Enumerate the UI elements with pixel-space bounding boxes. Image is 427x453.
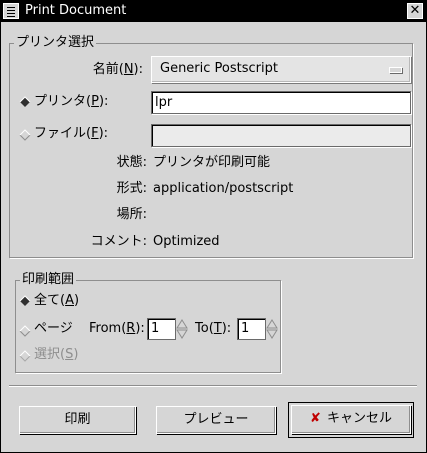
cancel-x-icon: ✘ [310,411,321,426]
comment-value: Optimized [153,234,220,249]
printer-name-dropdown[interactable]: Generic Postscript [151,56,411,83]
window-title: Print Document [25,3,127,18]
file-path-field[interactable] [151,124,411,147]
printer-name-label: 名前(N): [92,62,143,77]
button-separator [9,385,417,387]
cancel-button-label: キャンセル [326,411,392,426]
window-menu-icon[interactable] [3,3,19,19]
range-all-label[interactable]: 全て(A) [34,293,79,309]
spinner-arrows-icon[interactable] [176,318,188,340]
to-page-value: 1 [241,321,250,336]
type-value: application/postscript [153,181,294,196]
radio-disabled-icon [19,350,31,362]
print-dialog-window: Print Document ✕ プリンタ選択 名前(N): Generic P… [0,0,427,453]
dropdown-indicator-icon [389,67,402,73]
range-pages-label[interactable]: ページ [34,321,73,337]
location-label: 場所: [116,207,147,222]
type-label: 形式: [116,181,147,196]
state-label: 状態: [116,155,147,170]
file-radio[interactable] [19,129,31,141]
radio-unselected-icon [19,129,31,141]
print-range-title: 印刷範囲 [20,272,77,288]
title-bar[interactable]: Print Document ✕ [1,1,426,22]
radio-selected-icon [19,96,31,107]
range-pages-radio[interactable] [19,325,31,337]
spinner-arrows-icon[interactable] [266,318,278,340]
print-button[interactable]: 印刷 [19,406,136,434]
comment-label: コメント: [90,234,147,249]
radio-selected-icon [19,295,31,306]
to-label: To(T): [195,321,232,336]
printer-command-field[interactable] [151,91,411,114]
printer-command-input[interactable] [155,94,407,111]
state-value: プリンタが印刷可能 [153,155,271,170]
from-page-value: 1 [151,321,160,336]
printer-radio[interactable] [19,96,31,108]
from-label: From(R): [89,321,145,336]
range-selection-radio [19,350,31,362]
printer-radio-label[interactable]: プリンタ(P): [34,94,108,110]
range-selection-label: 選択(S) [34,347,79,362]
preview-button[interactable]: プレビュー [156,406,276,434]
close-icon[interactable]: ✕ [407,3,423,19]
cancel-button[interactable]: ✘ キャンセル [291,405,411,434]
printer-selection-title: プリンタ選択 [14,35,97,51]
range-all-radio[interactable] [19,295,31,307]
radio-unselected-icon [19,325,31,337]
file-path-input[interactable] [155,127,407,144]
file-radio-label[interactable]: ファイル(F): [34,126,108,142]
printer-name-value: Generic Postscript [160,61,278,76]
